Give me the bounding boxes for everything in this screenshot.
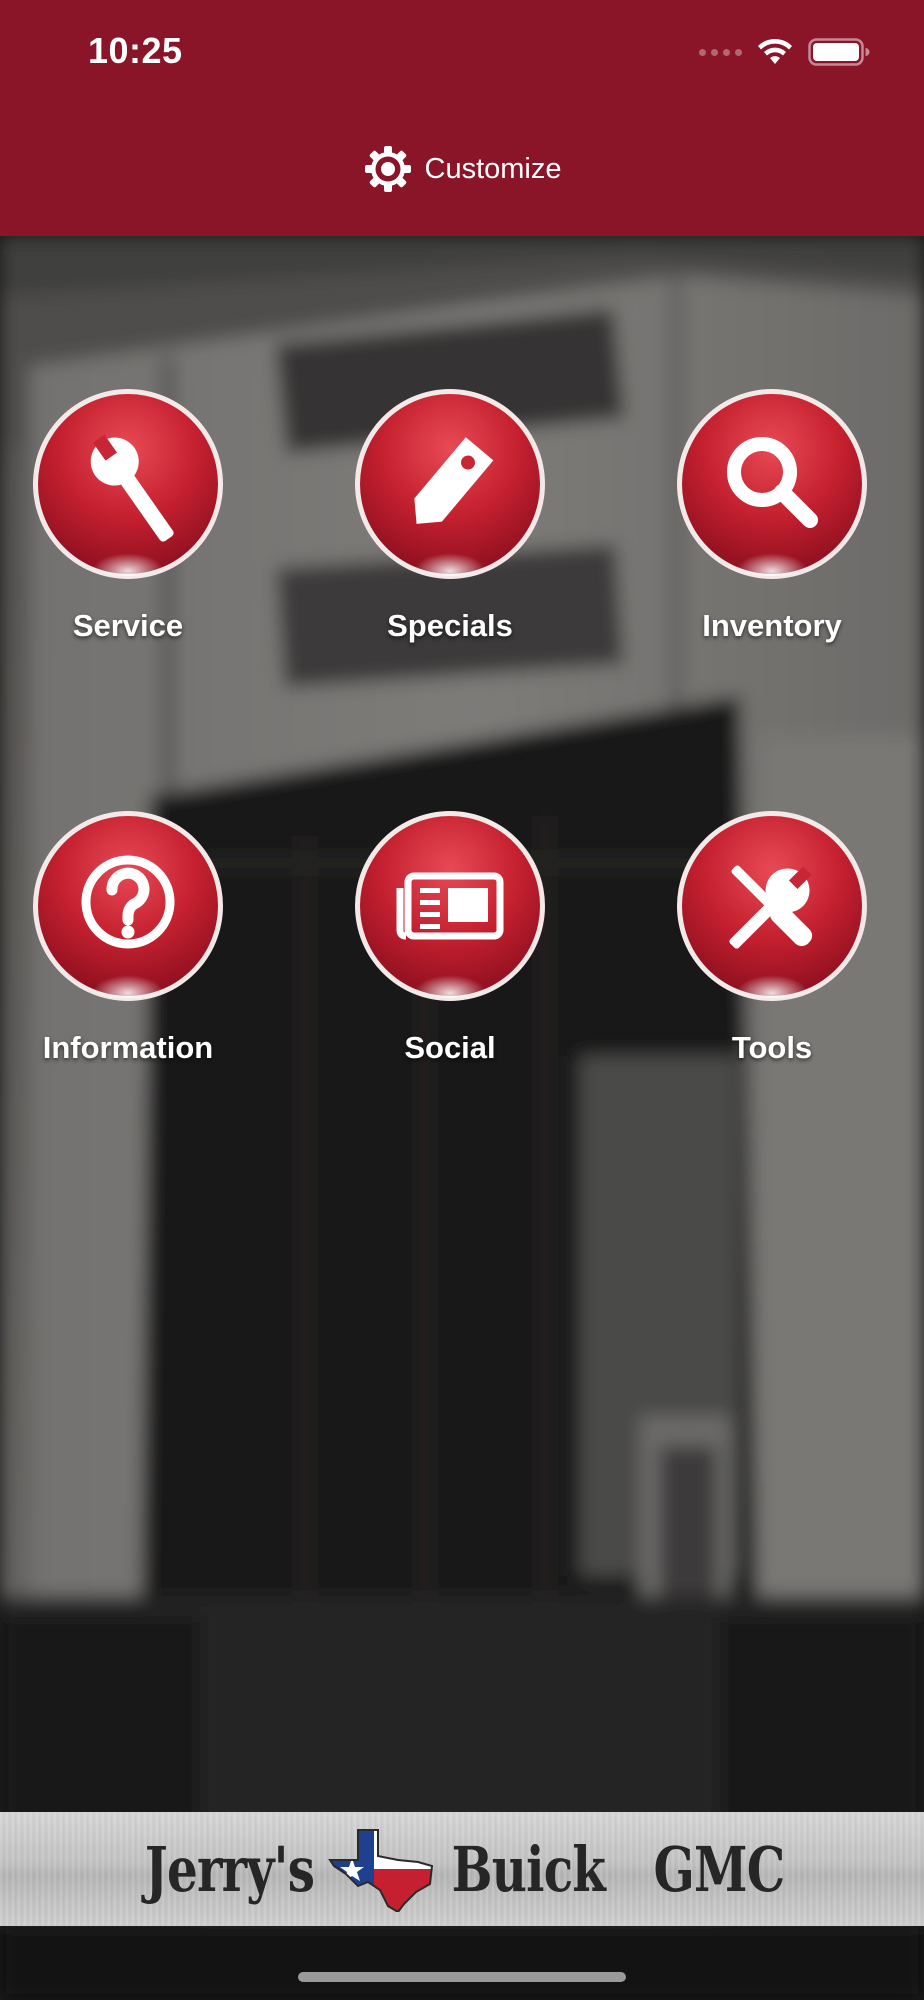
dealer-logo: Jerry's Buick GMC [121,1826,803,1912]
dealer-logo-banner[interactable]: Jerry's Buick GMC [0,1812,924,1926]
inventory-button-orb [674,386,870,582]
status-icons [699,36,870,68]
tools-button-orb [674,808,870,1004]
information-label: Information [42,1030,214,1065]
cellular-signal-icon [699,48,742,56]
gear-icon [364,146,411,192]
status-time: 10:25 [88,30,183,71]
customize-button[interactable]: Customize [0,144,924,194]
logo-word-jerrys: Jerry's [145,1832,315,1906]
grid-item-inventory[interactable]: Inventory [652,386,892,686]
service-label: Service [72,608,184,643]
texas-flag-icon [328,1829,434,1912]
grid-item-specials[interactable]: Specials [330,386,570,686]
social-label: Social [404,1030,496,1065]
grid-item-information[interactable]: Information [8,808,248,1108]
app-header: 10:25 Customize [0,0,924,236]
wifi-icon [758,38,792,64]
specials-button-orb [352,386,548,582]
home-indicator[interactable] [298,1972,626,1982]
tools-label: Tools [731,1030,813,1065]
information-button-orb [30,808,226,1004]
logo-word-buick: Buick [451,1832,606,1906]
logo-word-gmc: GMC [653,1832,785,1906]
social-button-orb [352,808,548,1004]
grid-item-social[interactable]: Social [330,808,570,1108]
grid-item-service[interactable]: Service [8,386,248,686]
customize-label: Customize [424,152,562,185]
inventory-label: Inventory [702,608,842,643]
grid-item-tools[interactable]: Tools [652,808,892,1108]
specials-label: Specials [387,608,513,643]
service-button-orb [30,386,226,582]
battery-icon [808,38,870,66]
